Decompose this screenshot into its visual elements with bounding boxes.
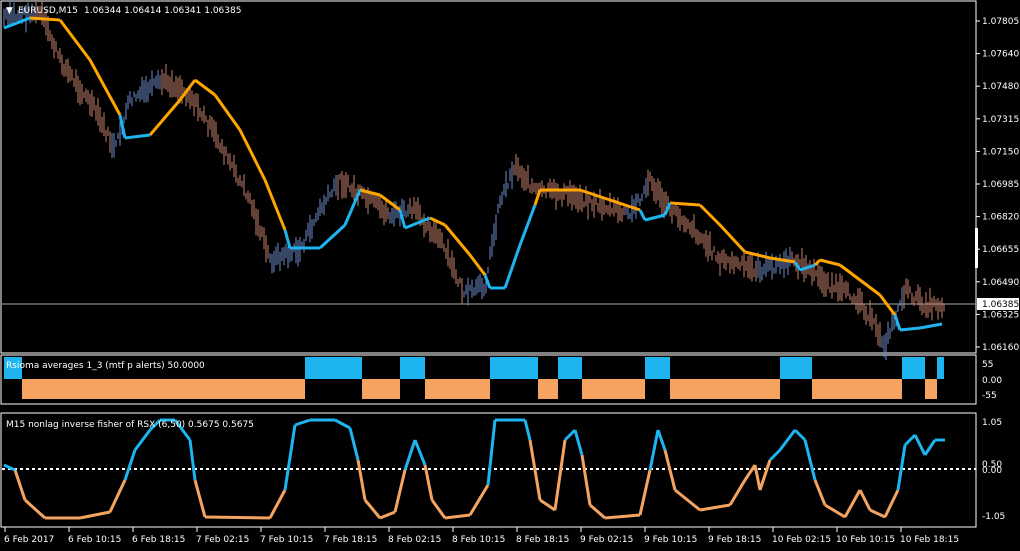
time-axis-label: 6 Feb 2017 [4,535,54,545]
time-axis-label: 6 Feb 10:15 [68,535,121,545]
rsioma-down-block [582,379,645,399]
price-axis-label: 1.06160 [982,343,1019,353]
indicator2-axis-bottom: -1.05 [982,512,1005,522]
rsioma-down-block [538,379,558,399]
chart-scroll-marker[interactable] [975,228,978,268]
indicator1-axis-mid: 0.00 [982,376,1002,386]
rsioma-down-block [812,379,902,399]
price-axis-label: 1.07480 [982,82,1019,92]
time-axis-label: 9 Feb 18:15 [708,535,761,545]
time-axis-label: 10 Feb 10:15 [836,535,895,545]
price-axis-label: 1.07315 [982,115,1019,125]
rsioma-down-block [193,379,305,399]
price-axis-label: 1.06325 [982,310,1019,320]
rsioma-down-block [670,379,780,399]
time-axis-label: 7 Feb 10:15 [260,535,313,545]
price-axis-label: 1.07150 [982,147,1019,157]
indicator2-axis-000: 0.00 [982,466,1002,476]
time-axis: 6 Feb 2017 6 Feb 10:15 6 Feb 18:15 7 Feb 02… [4,527,959,545]
price-axis-label: 1.06490 [982,278,1019,288]
rsioma-up-block [645,357,670,379]
rsioma-down-block [362,379,400,399]
rsioma-down-block [925,379,937,399]
rsioma-up-block [902,357,925,379]
indicator1-axis-top: 55 [982,360,993,370]
time-axis-label: 9 Feb 02:15 [580,535,633,545]
price-bars [3,0,945,360]
price-axis-label: 1.07805 [982,17,1019,27]
rsioma-up-block [780,357,812,379]
price-axis-label: 1.06985 [982,180,1019,190]
rsioma-up-block [490,357,538,379]
price-axis-label: 1.06820 [982,213,1019,223]
indicator2-axis-top: 1.05 [982,418,1002,428]
time-axis-label: 7 Feb 02:15 [196,535,249,545]
fisher-down-line [13,439,900,520]
moving-average-up-line [3,16,943,332]
time-axis-label: 10 Feb 18:15 [900,535,959,545]
price-axis-label: 1.07640 [982,50,1019,60]
indicator2-title: M15 nonlag inverse fisher of RSX (6,50) … [6,420,254,430]
current-price-label: 1.06385 [982,300,1019,310]
time-axis-label: 9 Feb 10:15 [644,535,697,545]
rsioma-up-block [937,357,944,379]
indicator1-axis-bottom: -55 [982,391,997,401]
moving-average-line [29,16,897,316]
rsioma-up-block [305,357,362,379]
rsioma-down-block [22,379,193,399]
indicator1-title: Rsioma averages 1_3 (mtf p alerts) 50.00… [6,361,205,371]
rsioma-down-block [425,379,490,399]
rsioma-up-block [558,357,582,379]
time-axis-label: 8 Feb 18:15 [516,535,569,545]
rsioma-up-block [400,357,425,379]
time-axis-label: 8 Feb 10:15 [452,535,505,545]
price-axis-label: 1.06655 [982,245,1019,255]
ohlc-values: 1.06344 1.06414 1.06341 1.06385 [84,6,241,16]
symbol-label: EURUSD,M15 [18,6,78,16]
time-axis-label: 10 Feb 02:15 [772,535,831,545]
time-axis-label: 8 Feb 02:15 [388,535,441,545]
chart-canvas[interactable]: ▼ EURUSD,M15 1.06344 1.06414 1.06341 1.0… [0,0,1020,551]
fisher-up-line [3,418,945,491]
time-axis-label: 6 Feb 18:15 [132,535,185,545]
symbol-icon: ▼ [6,6,13,16]
main-chart-frame [0,0,977,354]
time-axis-label: 7 Feb 18:15 [324,535,377,545]
